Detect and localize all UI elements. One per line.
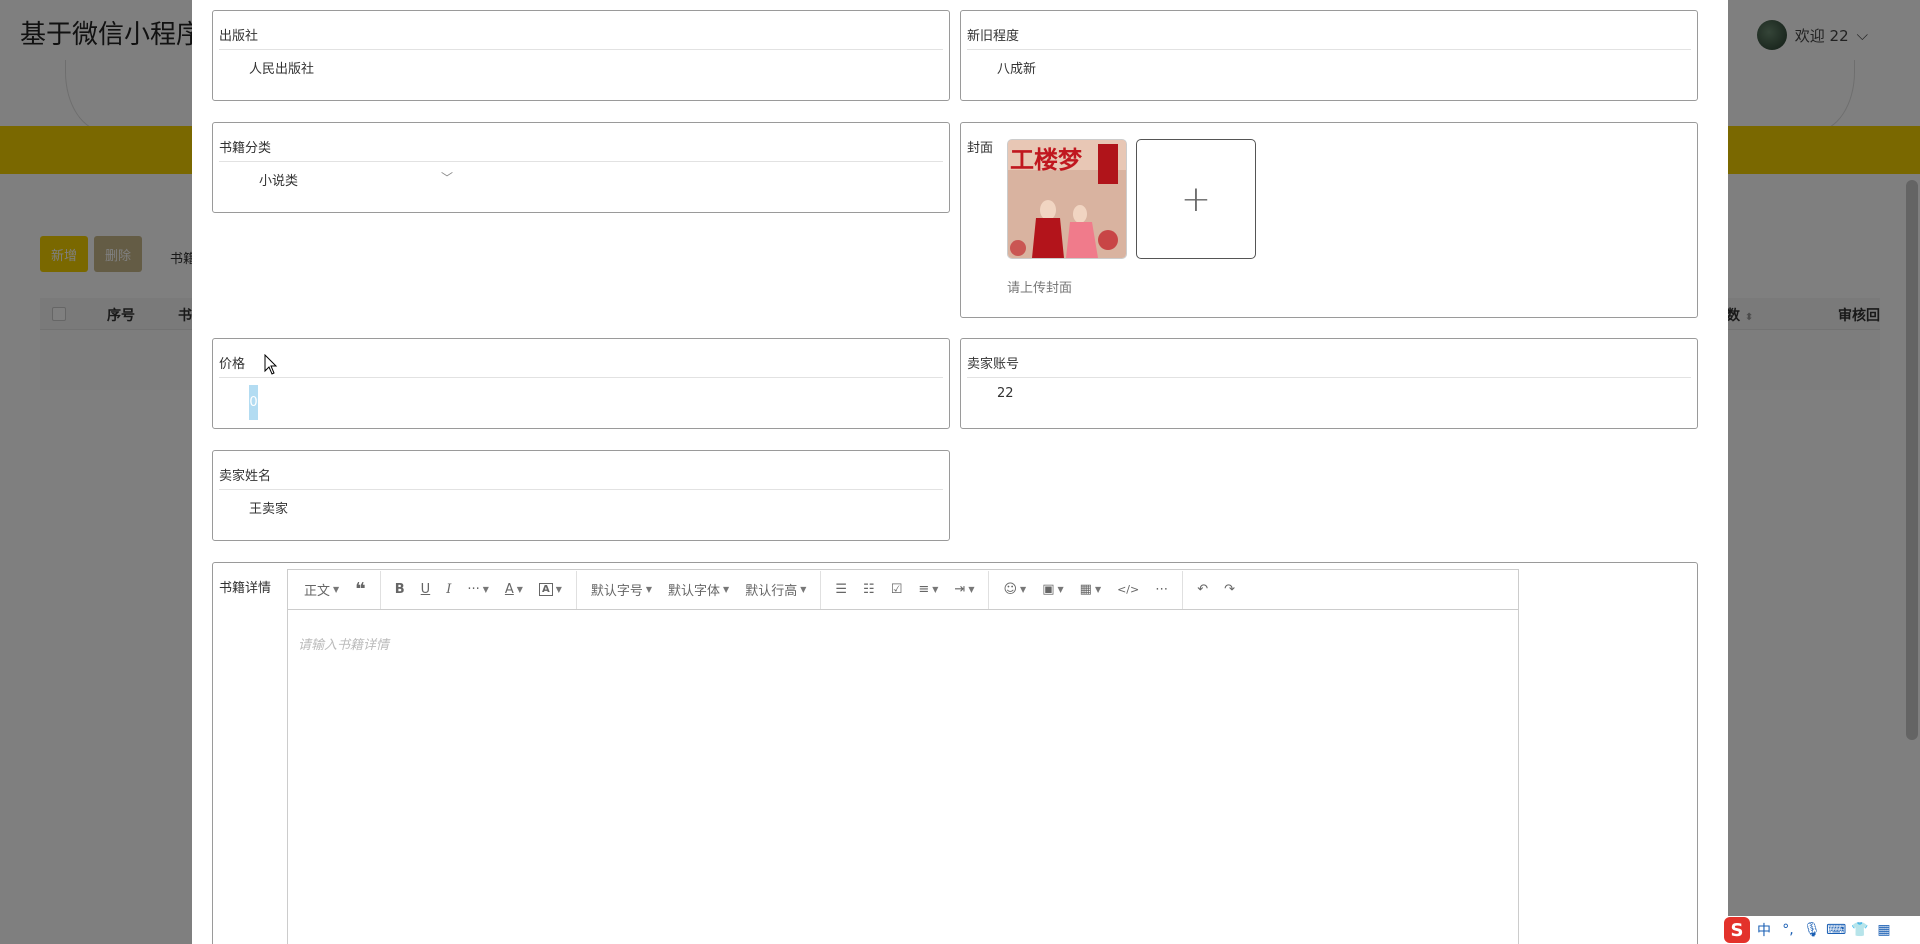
price-field: 价格 0 (212, 338, 950, 429)
ime-language-indicator[interactable]: 中 (1754, 920, 1774, 940)
system-tray: S 中 °, 🎙 ⌨ 👕 ▦ (1720, 916, 1920, 944)
toolbox-icon[interactable]: ▦ (1874, 922, 1894, 938)
seller-name-field: 卖家姓名 王卖家 (212, 450, 950, 541)
microphone-icon[interactable]: 🎙 (1802, 922, 1822, 938)
indent-menu[interactable]: ⇥ ▼ (946, 570, 982, 610)
category-label: 书籍分类 (219, 141, 272, 156)
indent-icon: ⇥ (954, 582, 966, 597)
category-select[interactable]: 小说类 (259, 170, 298, 189)
font-size-menu[interactable]: 默认字号 ▼ (583, 570, 660, 610)
todo-button[interactable]: ☑ (883, 570, 911, 610)
details-editor-placeholder[interactable]: 请输入书籍详情 (298, 634, 389, 653)
divider-icon: ⋯ (1155, 582, 1169, 597)
price-label: 价格 (219, 357, 246, 372)
underline-button[interactable]: U (413, 570, 439, 610)
table-menu[interactable]: ▦ ▼ (1072, 570, 1109, 610)
background-color-menu[interactable]: A ▼ (531, 570, 570, 610)
publisher-field: 出版社 人民出版社 (212, 10, 950, 101)
paragraph-style-menu[interactable]: 正文 ▼ (296, 570, 347, 610)
divider (967, 377, 1691, 378)
seller-name-label: 卖家姓名 (219, 469, 272, 484)
checkbox-icon: ☑ (890, 582, 903, 597)
seller-account-field: 卖家账号 22 (960, 338, 1698, 429)
divider (967, 49, 1691, 50)
category-field: 书籍分类 小说类 ﹀ (212, 122, 950, 213)
details-label: 书籍详情 (219, 581, 272, 596)
quote-button[interactable]: ❝ (347, 570, 374, 610)
align-menu[interactable]: ≡ ▼ (910, 570, 946, 610)
code-icon: </> (1117, 583, 1140, 596)
bullet-list-button[interactable]: ☰ (827, 570, 855, 610)
details-field: 书籍详情 正文 ▼ ❝ B U I ··· ▼ A ▼ A ▼ 默认字号 ▼ 默认字体 ▼ … (212, 562, 1698, 944)
bullet-list-icon: ☰ (835, 582, 848, 597)
cover-upload-tip: 请上传封面 (1007, 281, 1073, 296)
italic-button[interactable]: I (438, 570, 459, 610)
underline-icon: U (420, 582, 431, 597)
cover-thumbnail[interactable]: 工楼梦 (1007, 139, 1127, 259)
emoji-icon: ☺ (1003, 582, 1018, 597)
book-edit-dialog: 出版社 人民出版社 新旧程度 八成新 书籍分类 小说类 ﹀ 封面 工楼梦 + 请… (192, 0, 1728, 944)
cover-label: 封面 (967, 141, 994, 156)
more-icon: ··· (467, 582, 480, 597)
align-icon: ≡ (918, 582, 930, 597)
bold-icon: B (394, 582, 405, 597)
bold-button[interactable]: B (387, 570, 413, 610)
svg-text:工楼梦: 工楼梦 (1010, 145, 1083, 174)
line-height-menu[interactable]: 默认行高 ▼ (737, 570, 814, 610)
undo-button[interactable]: ↶ (1189, 570, 1216, 610)
divider (219, 377, 943, 378)
numbered-list-icon: ☷ (863, 582, 875, 597)
plus-icon: + (1180, 178, 1212, 220)
divider (219, 49, 943, 50)
condition-label: 新旧程度 (967, 29, 1020, 44)
seller-account-label: 卖家账号 (967, 357, 1020, 372)
background-color-icon: A (538, 583, 553, 596)
italic-icon: I (446, 582, 452, 597)
seller-account-input[interactable]: 22 (997, 386, 1014, 401)
chevron-down-icon[interactable]: ﹀ (441, 169, 453, 186)
price-input[interactable]: 0 (249, 385, 258, 420)
upload-cover-button[interactable]: + (1136, 139, 1256, 259)
condition-input[interactable]: 八成新 (997, 58, 1036, 77)
condition-field: 新旧程度 八成新 (960, 10, 1698, 101)
font-family-menu[interactable]: 默认字体 ▼ (660, 570, 737, 610)
punctuation-icon[interactable]: °, (1778, 922, 1798, 938)
sogou-ime-icon[interactable]: S (1724, 917, 1750, 943)
cover-field: 封面 工楼梦 + 请上传封面 (960, 122, 1698, 318)
redo-button[interactable]: ↷ (1216, 570, 1243, 610)
publisher-label: 出版社 (219, 29, 259, 44)
divider-button[interactable]: ⋯ (1147, 570, 1176, 610)
divider (219, 489, 943, 490)
editor-toolbar: 正文 ▼ ❝ B U I ··· ▼ A ▼ A ▼ 默认字号 ▼ 默认字体 ▼ 默认行高 ▼… (288, 570, 1518, 610)
undo-icon: ↶ (1197, 582, 1209, 597)
cover-image: 工楼梦 (1008, 140, 1126, 258)
keyboard-icon[interactable]: ⌨ (1826, 922, 1846, 938)
emoji-menu[interactable]: ☺ ▼ (995, 570, 1034, 610)
quote-icon: ❝ (355, 579, 366, 600)
redo-icon: ↷ (1224, 582, 1236, 597)
skin-icon[interactable]: 👕 (1850, 922, 1870, 938)
font-color-menu[interactable]: A ▼ (497, 570, 531, 610)
divider (219, 161, 943, 162)
code-button[interactable]: </> (1109, 570, 1147, 610)
font-color-icon: A (504, 582, 514, 597)
publisher-input[interactable]: 人民出版社 (249, 58, 314, 77)
image-menu[interactable]: ▣ ▼ (1034, 570, 1071, 610)
image-icon: ▣ (1042, 582, 1055, 597)
table-icon: ▦ (1079, 582, 1092, 597)
rich-text-editor: 正文 ▼ ❝ B U I ··· ▼ A ▼ A ▼ 默认字号 ▼ 默认字体 ▼ 默认行高 ▼… (287, 569, 1519, 944)
seller-name-input[interactable]: 王卖家 (249, 498, 288, 517)
more-styles-menu[interactable]: ··· ▼ (459, 570, 497, 610)
numbered-list-button[interactable]: ☷ (855, 570, 883, 610)
